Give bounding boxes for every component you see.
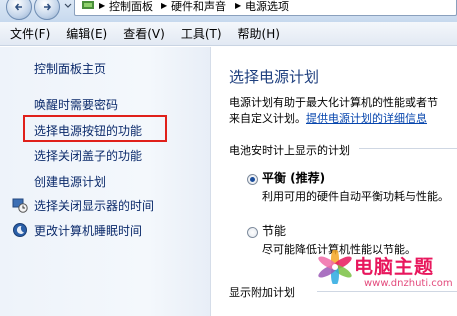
left-task-pane: 控制面板主页 唤醒时需要密码 选择电源按钮的功能 选择关闭盖子的功能 创建电源计… — [0, 47, 210, 316]
flower-logo-icon — [318, 250, 352, 284]
monitor-clock-icon — [12, 198, 28, 213]
description-line: 来自定义计划。提供电源计划的详细信息 — [229, 111, 457, 127]
arrow-right-icon — [44, 3, 52, 11]
menu-help[interactable]: 帮助(H) — [238, 25, 280, 42]
breadcrumb-separator-icon[interactable]: ▶ — [161, 1, 167, 10]
section-divider — [359, 148, 457, 149]
page-description: 电源计划有助于最大化计算机的性能或者节 来自定义计划。提供电源计划的详细信息 — [229, 95, 457, 127]
menu-view[interactable]: 查看(V) — [123, 25, 165, 42]
breadcrumb-separator-icon[interactable]: ▶ — [235, 1, 241, 10]
menu-edit[interactable]: 编辑(E) — [66, 25, 107, 42]
power-saver-plan-radio[interactable] — [247, 227, 258, 238]
show-additional-plans[interactable]: 显示附加计划 — [229, 284, 295, 300]
create-plan-link[interactable]: 创建电源计划 — [34, 173, 106, 190]
power-button-link[interactable]: 选择电源按钮的功能 — [34, 122, 142, 139]
description-line: 电源计划有助于最大化计算机的性能或者节 — [229, 96, 438, 109]
address-bar: ▶ 控制面板 ▶ 硬件和声音 ▶ 电源选项 — [0, 0, 457, 22]
plan-name-balanced[interactable]: 平衡 (推荐) — [262, 169, 325, 186]
plan-details-link[interactable]: 提供电源计划的详细信息 — [306, 112, 427, 125]
plan-description: 利用可用的硬件自动平衡功耗与性能。 — [262, 190, 449, 203]
menu-bar: 文件(F) 编辑(E) 查看(V) 工具(T) 帮助(H) — [0, 22, 457, 46]
watermark-url: www.dnzhuti.com — [364, 278, 453, 289]
page-title: 选择电源计划 — [229, 68, 320, 86]
description-text: 来自定义计划。 — [229, 112, 306, 125]
arrow-left-icon — [14, 3, 22, 11]
menu-tools[interactable]: 工具(T) — [181, 25, 222, 42]
wake-password-link[interactable]: 唤醒时需要密码 — [34, 96, 118, 113]
plan-name-power-saver[interactable]: 节能 — [262, 222, 286, 239]
balanced-plan-radio[interactable] — [247, 174, 258, 185]
lid-close-link[interactable]: 选择关闭盖子的功能 — [34, 147, 142, 164]
breadcrumb[interactable]: ▶ 控制面板 ▶ 硬件和声音 ▶ 电源选项 — [74, 0, 457, 16]
moon-sleep-icon — [13, 223, 27, 237]
watermark-name: 电脑主题 — [354, 256, 435, 278]
breadcrumb-separator-icon[interactable]: ▶ — [99, 1, 105, 10]
back-button[interactable] — [6, 0, 32, 20]
breadcrumb-item-power-options[interactable]: 电源选项 — [245, 0, 289, 14]
display-off-link[interactable]: 选择关闭显示器的时间 — [34, 197, 154, 214]
forward-button[interactable] — [34, 0, 60, 20]
menu-file[interactable]: 文件(F) — [10, 25, 50, 42]
control-panel-home-link[interactable]: 控制面板主页 — [34, 60, 106, 77]
control-panel-icon — [82, 1, 94, 9]
sleep-time-link[interactable]: 更改计算机睡眠时间 — [34, 222, 142, 239]
breadcrumb-item-control-panel[interactable]: 控制面板 — [109, 0, 153, 14]
breadcrumb-item-hardware[interactable]: 硬件和声音 — [171, 0, 226, 14]
section-header: 电池安时计上显示的计划 — [229, 144, 350, 157]
site-watermark: 电脑主题 www.dnzhuti.com — [318, 248, 457, 316]
chevron-down-icon[interactable] — [64, 2, 72, 10]
